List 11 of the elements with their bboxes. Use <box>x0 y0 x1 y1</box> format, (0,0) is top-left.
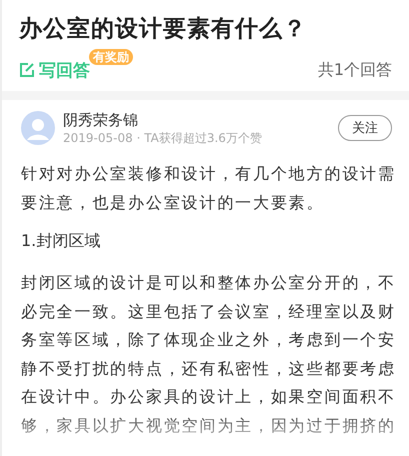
reward-badge: 有奖励 <box>89 48 133 64</box>
follow-button[interactable]: 关注 <box>338 115 392 141</box>
author-name: 阴秀荣务锦 <box>63 110 139 130</box>
answer-meta: 2019-05-08 · TA获得超过3.6万个赞 <box>63 130 263 146</box>
answer-paragraph: 封闭区域的设计是可以和整体办公室分开的，不必完全一致。这里包括了会议室，经理室以及财务室等区域，除了体现企业之外，考虑到一个安静不受打扰的特点，还有私密性，这些都要考虑在设计中。办公家具的设计上，如果空间面积不够，家具以扩大视觉空间为主，因为过于拥挤的 <box>21 272 397 436</box>
question-title: 办公室的设计要素有什么？ <box>19 15 308 44</box>
avatar-icon <box>21 111 55 145</box>
answer-count: 共1个回答 <box>318 60 392 80</box>
section-heading: 1.封闭区域 <box>21 230 102 252</box>
answer-paragraph: 针对对办公室装修和设计，有几个地方的设计需要注意，也是办公室设计的一大要素。 <box>21 163 397 214</box>
edit-icon <box>19 62 35 78</box>
